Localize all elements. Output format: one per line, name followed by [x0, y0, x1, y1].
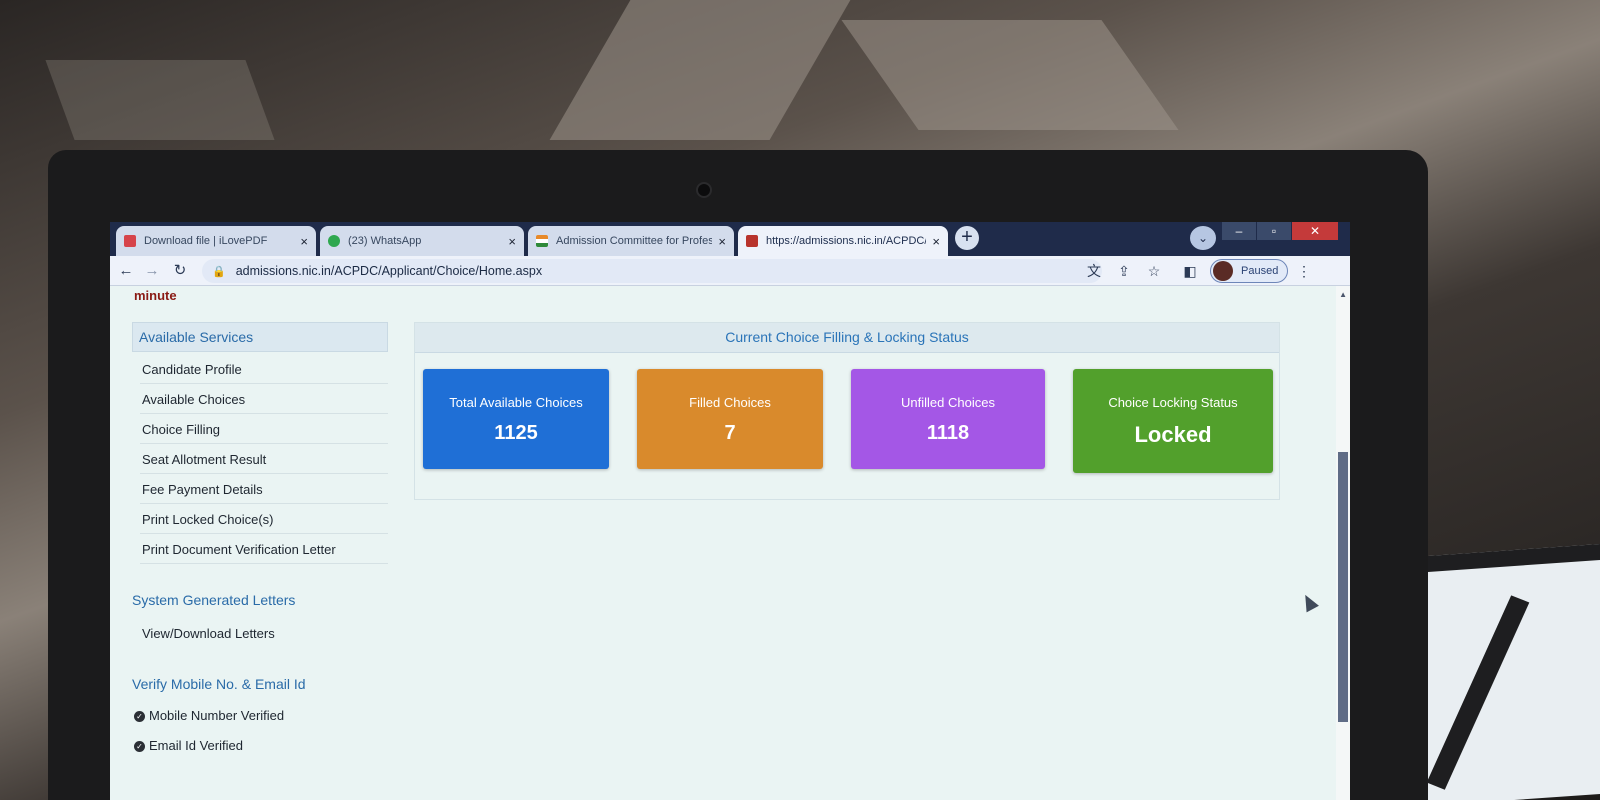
menu-dots-icon[interactable]: ⋮: [1294, 261, 1314, 281]
sidebar-item-print-document-verification[interactable]: Print Document Verification Letter: [140, 534, 388, 564]
background-phone-screen: [1426, 543, 1600, 800]
tab-title: (23) WhatsApp: [348, 235, 422, 247]
card-label: Filled Choices: [689, 395, 771, 410]
scrollbar-thumb[interactable]: [1338, 452, 1348, 722]
filled-choices-card: Filled Choices 7: [637, 369, 823, 469]
tab-acpdc-active[interactable]: https://admissions.nic.in/ACPDC/ ×: [738, 226, 948, 256]
side-panel-icon[interactable]: ◧: [1180, 261, 1200, 281]
check-circle-icon: ✓: [134, 741, 145, 752]
card-value: Locked: [1134, 422, 1212, 447]
sidebar-item-choice-filling[interactable]: Choice Filling: [140, 414, 388, 444]
tab-whatsapp[interactable]: (23) WhatsApp ×: [320, 226, 524, 256]
card-value: 1118: [926, 422, 970, 444]
whatsapp-favicon-icon: [328, 235, 340, 247]
total-choices-card: Total Available Choices 1125: [423, 369, 609, 469]
profile-button[interactable]: Paused: [1210, 259, 1288, 283]
unfilled-choices-card: Unfilled Choices 1118: [851, 369, 1045, 469]
ilovepdf-favicon-icon: [124, 235, 136, 247]
email-verified-item: ✓ Email Id Verified: [132, 732, 388, 762]
bookmark-star-icon[interactable]: ☆: [1144, 261, 1164, 281]
sidebar-item-available-choices[interactable]: Available Choices: [140, 384, 388, 414]
sidebar-item-candidate-profile[interactable]: Candidate Profile: [140, 354, 388, 384]
system-letters-header: System Generated Letters: [132, 592, 296, 608]
mouse-cursor-icon: [1299, 591, 1319, 613]
tab-title: Download file | iLovePDF: [144, 235, 268, 247]
tab-close-icon[interactable]: ×: [300, 234, 308, 249]
minimize-button[interactable]: –: [1222, 222, 1256, 240]
tab-title: https://admissions.nic.in/ACPDC/: [766, 235, 927, 247]
sidebar: Available Services Candidate Profile Ava…: [132, 322, 388, 762]
timer-text: minute: [134, 288, 177, 303]
browser-toolbar: ← → ↻ 🔒 admissions.nic.in/ACPDC/Applican…: [110, 256, 1350, 286]
forward-arrow-icon[interactable]: →: [142, 261, 162, 281]
card-label: Total Available Choices: [449, 395, 583, 410]
locking-status-card: Choice Locking Status Locked: [1073, 369, 1273, 473]
card-label: Choice Locking Status: [1108, 395, 1238, 410]
reload-icon[interactable]: ↻: [170, 261, 190, 281]
address-bar[interactable]: 🔒 admissions.nic.in/ACPDC/Applicant/Choi…: [202, 259, 1102, 283]
verify-header: Verify Mobile No. & Email Id: [132, 676, 306, 692]
lock-icon: 🔒: [212, 265, 226, 278]
avatar: [1213, 261, 1233, 281]
page-content: minute Available Services Candidate Prof…: [110, 286, 1336, 800]
status-panel-title: Current Choice Filling & Locking Status: [415, 323, 1279, 353]
card-label: Unfilled Choices: [901, 395, 995, 410]
sidebar-item-seat-allotment-result[interactable]: Seat Allotment Result: [140, 444, 388, 474]
acpdc-favicon-icon: [746, 235, 758, 247]
check-circle-icon: ✓: [134, 711, 145, 722]
back-arrow-icon[interactable]: ←: [116, 261, 136, 281]
card-value: 7: [724, 422, 736, 444]
tab-admission-committee[interactable]: Admission Committee for Profes ×: [528, 226, 734, 256]
india-flag-favicon-icon: [536, 235, 548, 247]
webcam: [696, 182, 712, 198]
status-panel: Current Choice Filling & Locking Status …: [414, 322, 1280, 500]
share-icon[interactable]: ⇪: [1114, 261, 1134, 281]
tab-strip: Download file | iLovePDF × (23) WhatsApp…: [110, 222, 1350, 256]
tab-close-icon[interactable]: ×: [718, 234, 726, 249]
url-text: admissions.nic.in/ACPDC/Applicant/Choice…: [235, 264, 543, 278]
mobile-verified-label: Mobile Number Verified: [149, 708, 285, 723]
scroll-up-arrow-icon[interactable]: ▲: [1339, 290, 1347, 299]
sidebar-item-view-download-letters[interactable]: View/Download Letters: [140, 618, 388, 648]
tab-close-icon[interactable]: ×: [932, 234, 940, 249]
profile-status: Paused: [1241, 265, 1279, 277]
email-verified-label: Email Id Verified: [149, 738, 243, 753]
maximize-button[interactable]: ▫: [1257, 222, 1291, 240]
sidebar-item-fee-payment-details[interactable]: Fee Payment Details: [140, 474, 388, 504]
tab-search-chevron-icon[interactable]: ⌄: [1190, 226, 1216, 250]
card-value: 1125: [494, 422, 538, 444]
tab-title: Admission Committee for Profes: [556, 235, 713, 247]
tab-close-icon[interactable]: ×: [508, 234, 516, 249]
tab-ilovepdf[interactable]: Download file | iLovePDF ×: [116, 226, 316, 256]
mobile-verified-item: ✓ Mobile Number Verified: [132, 702, 388, 732]
background-fabric: [45, 60, 275, 140]
available-services-header: Available Services: [132, 322, 388, 352]
sidebar-item-print-locked-choices[interactable]: Print Locked Choice(s): [140, 504, 388, 534]
laptop-screen: Download file | iLovePDF × (23) WhatsApp…: [110, 222, 1350, 800]
close-window-button[interactable]: ✕: [1292, 222, 1338, 240]
translate-icon[interactable]: 文: [1084, 261, 1104, 281]
new-tab-button[interactable]: +: [955, 226, 979, 250]
